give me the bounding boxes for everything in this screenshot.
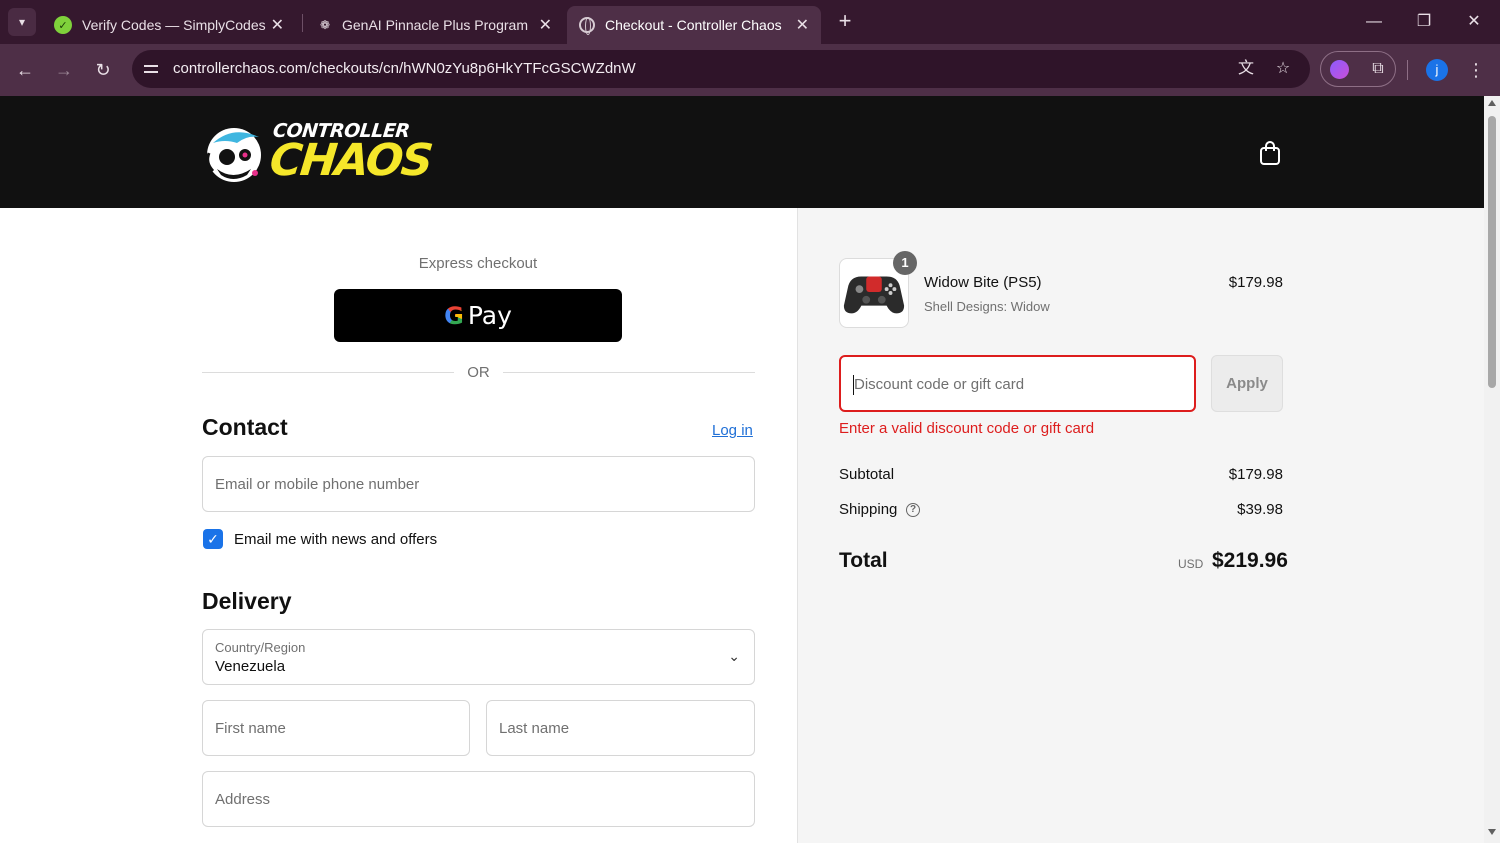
scroll-down-arrow-icon[interactable] — [1488, 829, 1496, 835]
divider — [202, 372, 454, 373]
copilot-icon[interactable] — [1330, 60, 1349, 79]
address-placeholder: Address — [215, 791, 271, 808]
total-label: Total — [839, 549, 888, 572]
first-name-field[interactable]: First name — [202, 700, 470, 756]
last-name-placeholder: Last name — [499, 720, 570, 737]
log-in-link[interactable]: Log in — [712, 422, 753, 439]
tab-title: Checkout - Controller Chaos — [605, 17, 782, 33]
shipping-value: $39.98 — [1237, 501, 1283, 518]
bookmark-star-icon[interactable]: ☆ — [1273, 59, 1293, 79]
tab-simplycodes[interactable]: ✓ Verify Codes — SimplyCodes ✕ — [42, 6, 296, 44]
close-icon[interactable]: ✕ — [539, 15, 552, 35]
email-placeholder: Email or mobile phone number — [215, 476, 420, 493]
tab-divider — [302, 14, 303, 32]
express-checkout-label: Express checkout — [418, 255, 538, 272]
store-logo[interactable]: CONTROLLER CHAOS — [203, 120, 434, 186]
generic-site-icon: ❁ — [319, 18, 331, 32]
extensions-group: ⧉ — [1320, 51, 1396, 87]
apply-discount-button[interactable]: Apply — [1211, 355, 1283, 412]
site-settings-icon[interactable] — [142, 60, 160, 78]
shipping-label: Shipping — [839, 501, 898, 518]
tab-search-button[interactable]: ▾ — [8, 8, 36, 36]
first-name-placeholder: First name — [215, 720, 286, 737]
google-g-icon: G — [444, 301, 464, 330]
discount-code-input[interactable]: Discount code or gift card — [839, 355, 1196, 412]
total-currency: USD — [1178, 557, 1204, 571]
page-scrollbar[interactable] — [1484, 96, 1500, 843]
last-name-field[interactable]: Last name — [486, 700, 755, 756]
discount-error-message: Enter a valid discount code or gift card — [839, 420, 1095, 437]
tab-genai[interactable]: ❁ GenAI Pinnacle Plus Program ✕ — [306, 6, 564, 44]
logo-text-bottom: CHAOS — [267, 135, 434, 186]
discount-placeholder: Discount code or gift card — [854, 376, 1025, 393]
browser-toolbar: ← → ↻ controllerchaos.com/checkouts/cn/h… — [0, 44, 1500, 96]
close-icon[interactable]: ✕ — [796, 15, 809, 35]
minimize-button[interactable]: — — [1363, 10, 1385, 34]
extensions-puzzle-icon[interactable]: ⧉ — [1368, 58, 1388, 80]
mascot-icon — [206, 128, 261, 182]
product-name: Widow Bite (PS5) — [924, 274, 1042, 291]
browser-tab-bar: ▾ ✓ Verify Codes — SimplyCodes ✕ ❁ GenAI… — [0, 0, 1500, 44]
tab-checkout[interactable]: Checkout - Controller Chaos ✕ — [567, 6, 821, 44]
globe-icon — [579, 17, 595, 35]
product-variant: Shell Designs: Widow — [924, 299, 1050, 314]
subtotal-label: Subtotal — [839, 466, 895, 483]
contact-heading: Contact — [202, 414, 288, 440]
tab-title: Verify Codes — SimplyCodes — [82, 17, 266, 33]
quantity-badge: 1 — [893, 251, 917, 275]
close-window-button[interactable]: ✕ — [1463, 10, 1485, 34]
subtotal-value: $179.98 — [1228, 466, 1283, 483]
translate-icon[interactable]: 文 — [1236, 59, 1256, 79]
country-value: Venezuela — [215, 658, 286, 675]
profile-avatar[interactable]: j — [1426, 59, 1448, 81]
question-circle-icon[interactable]: ? — [906, 503, 920, 517]
browser-menu-icon[interactable]: ⋮ — [1466, 58, 1486, 82]
restore-button[interactable]: ❐ — [1413, 10, 1435, 34]
address-bar[interactable]: controllerchaos.com/checkouts/cn/hWN0zYu… — [132, 50, 1310, 88]
email-field[interactable]: Email or mobile phone number — [202, 456, 755, 512]
shopping-bag-icon[interactable] — [1258, 140, 1282, 166]
scroll-up-arrow-icon[interactable] — [1488, 100, 1496, 106]
product-price: $179.98 — [1228, 274, 1283, 291]
country-select[interactable]: Country/Region Venezuela ⌄ — [202, 629, 755, 685]
divider — [503, 372, 755, 373]
url-text[interactable]: controllerchaos.com/checkouts/cn/hWN0zYu… — [173, 60, 636, 77]
simplycodes-icon: ✓ — [54, 16, 72, 34]
newsletter-checkbox[interactable]: ✓ — [203, 529, 223, 549]
back-button[interactable]: ← — [13, 58, 37, 82]
address-field[interactable]: Address — [202, 771, 755, 827]
total-value: $219.96 — [1212, 549, 1288, 572]
chevron-down-icon: ⌄ — [728, 648, 740, 664]
tab-title: GenAI Pinnacle Plus Program — [342, 17, 528, 33]
google-pay-label: Pay — [467, 301, 512, 330]
scroll-thumb[interactable] — [1488, 116, 1496, 388]
newsletter-label[interactable]: Email me with news and offers — [234, 531, 437, 548]
country-label: Country/Region — [215, 640, 306, 655]
forward-button[interactable]: → — [52, 58, 76, 82]
reload-button[interactable]: ↻ — [91, 58, 115, 82]
toolbar-divider — [1407, 60, 1408, 80]
new-tab-button[interactable]: + — [834, 10, 856, 34]
or-separator: OR — [467, 364, 490, 381]
delivery-heading: Delivery — [202, 588, 292, 614]
google-pay-button[interactable]: G Pay — [334, 289, 622, 342]
close-icon[interactable]: ✕ — [271, 15, 284, 35]
